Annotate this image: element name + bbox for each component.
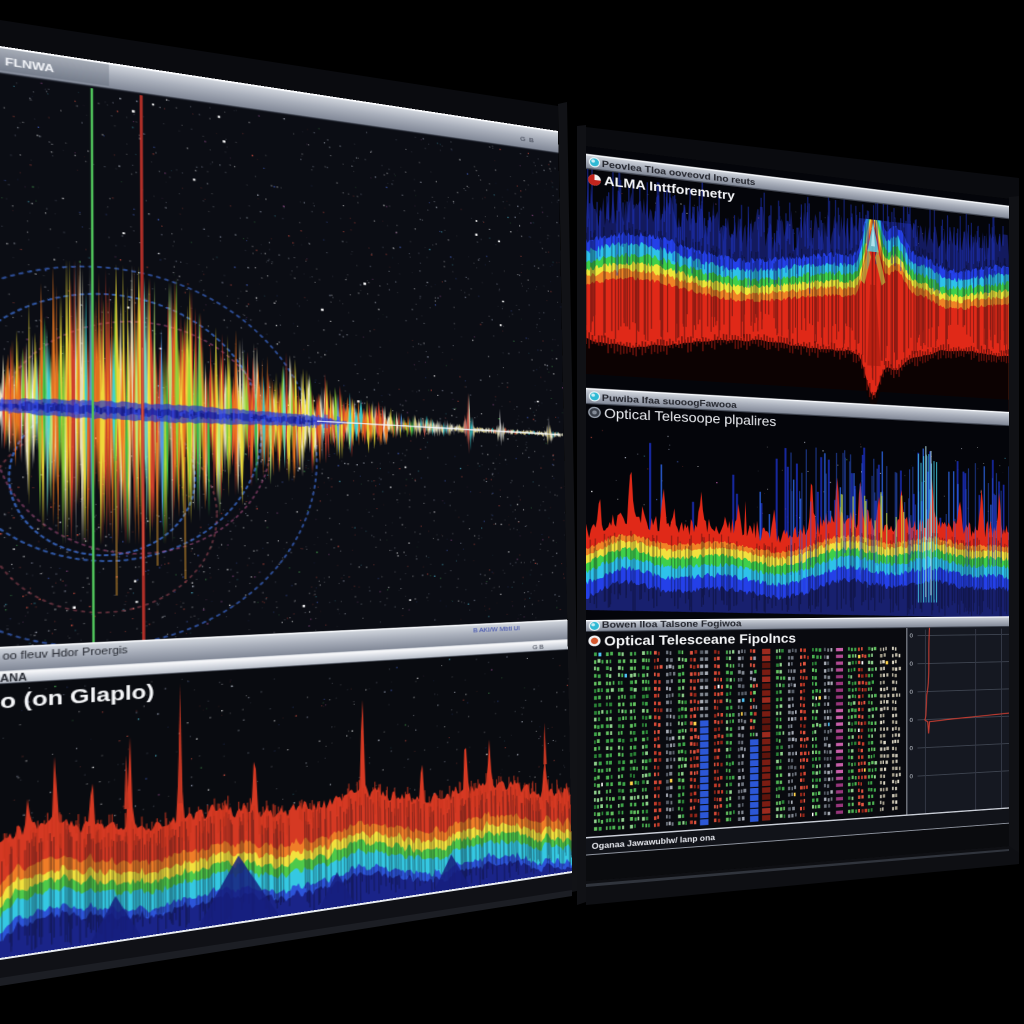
svg-text:0: 0	[910, 745, 913, 752]
svg-text:0: 0	[910, 688, 913, 695]
svg-text:G B: G B	[533, 643, 544, 651]
svg-text:0: 0	[910, 717, 913, 724]
svg-text:0: 0	[910, 773, 913, 780]
svg-text:0: 0	[910, 632, 913, 639]
svg-text:0: 0	[910, 660, 913, 667]
svg-text:Bowen IIoa Talsone Fogiwoa: Bowen IIoa Talsone Fogiwoa	[602, 619, 742, 630]
